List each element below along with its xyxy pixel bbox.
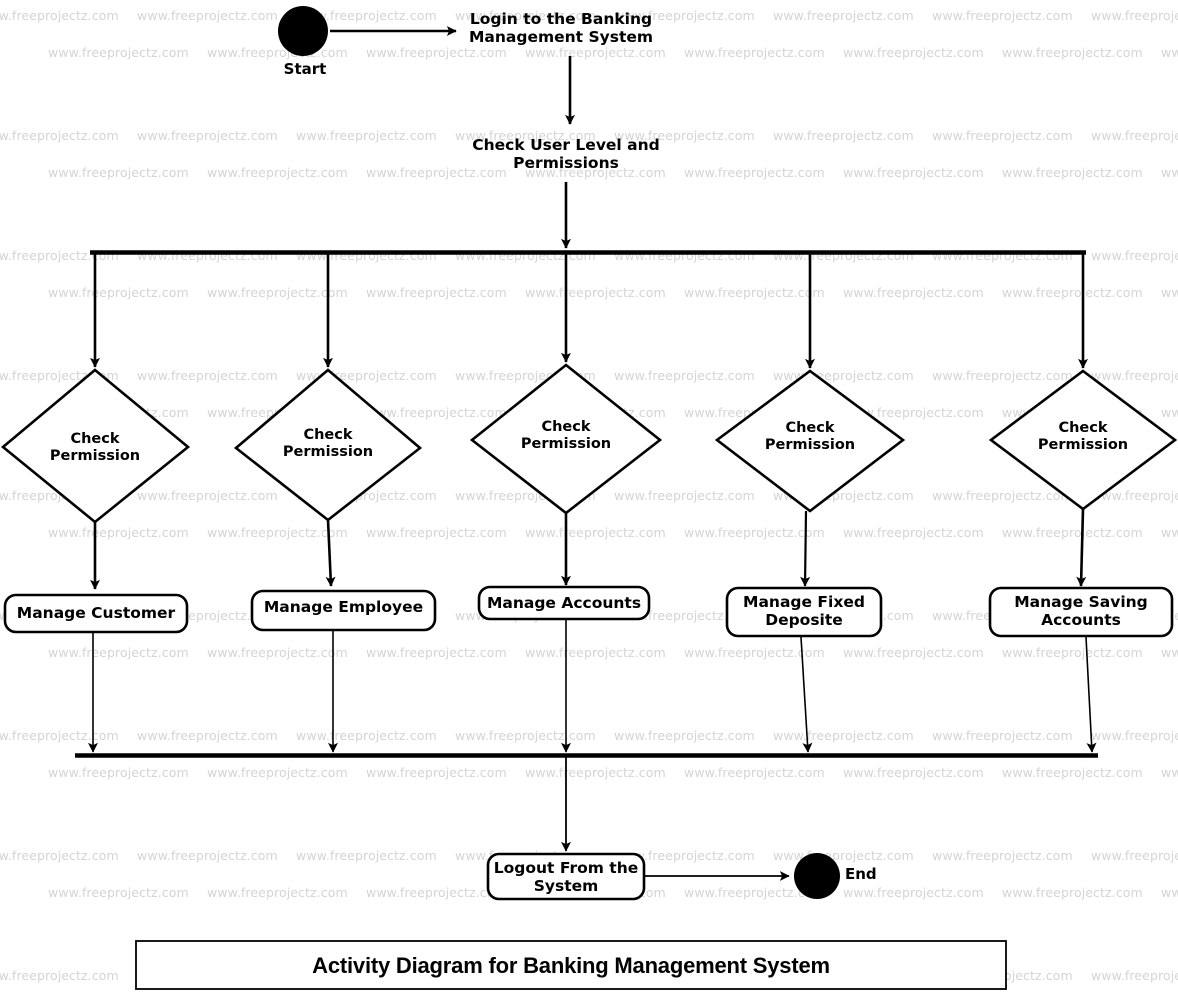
start-node (278, 6, 328, 56)
diagram-layer: Start Login to the Banking Management Sy… (0, 0, 1178, 994)
activity-5-shape (988, 586, 1174, 638)
edge-decision-4-to-activity-4 (800, 510, 811, 587)
activity-3-shape (477, 585, 651, 621)
decision-1-shape (0, 368, 191, 524)
decision-5-shape (988, 369, 1178, 511)
edge-activity-5-to-join (1085, 636, 1097, 753)
activity-4-shape (725, 586, 883, 638)
title-frame (135, 940, 1007, 990)
decision-2-shape (233, 368, 423, 522)
edge-decision-2-to-activity-2 (325, 519, 336, 587)
diagram-graphics (0, 6, 1178, 990)
edge-decision-5-to-activity-5 (1076, 508, 1087, 587)
decision-3-shape (469, 363, 663, 515)
logout-shape (486, 852, 646, 901)
end-node (794, 853, 840, 899)
activity-1-shape (3, 593, 189, 634)
edge-activity-4-to-join (800, 636, 813, 753)
activity-diagram-canvas: www.freeprojectz.comwww.freeprojectz.com… (0, 0, 1178, 994)
activity-2-shape (250, 589, 437, 632)
decision-4-shape (714, 369, 906, 513)
